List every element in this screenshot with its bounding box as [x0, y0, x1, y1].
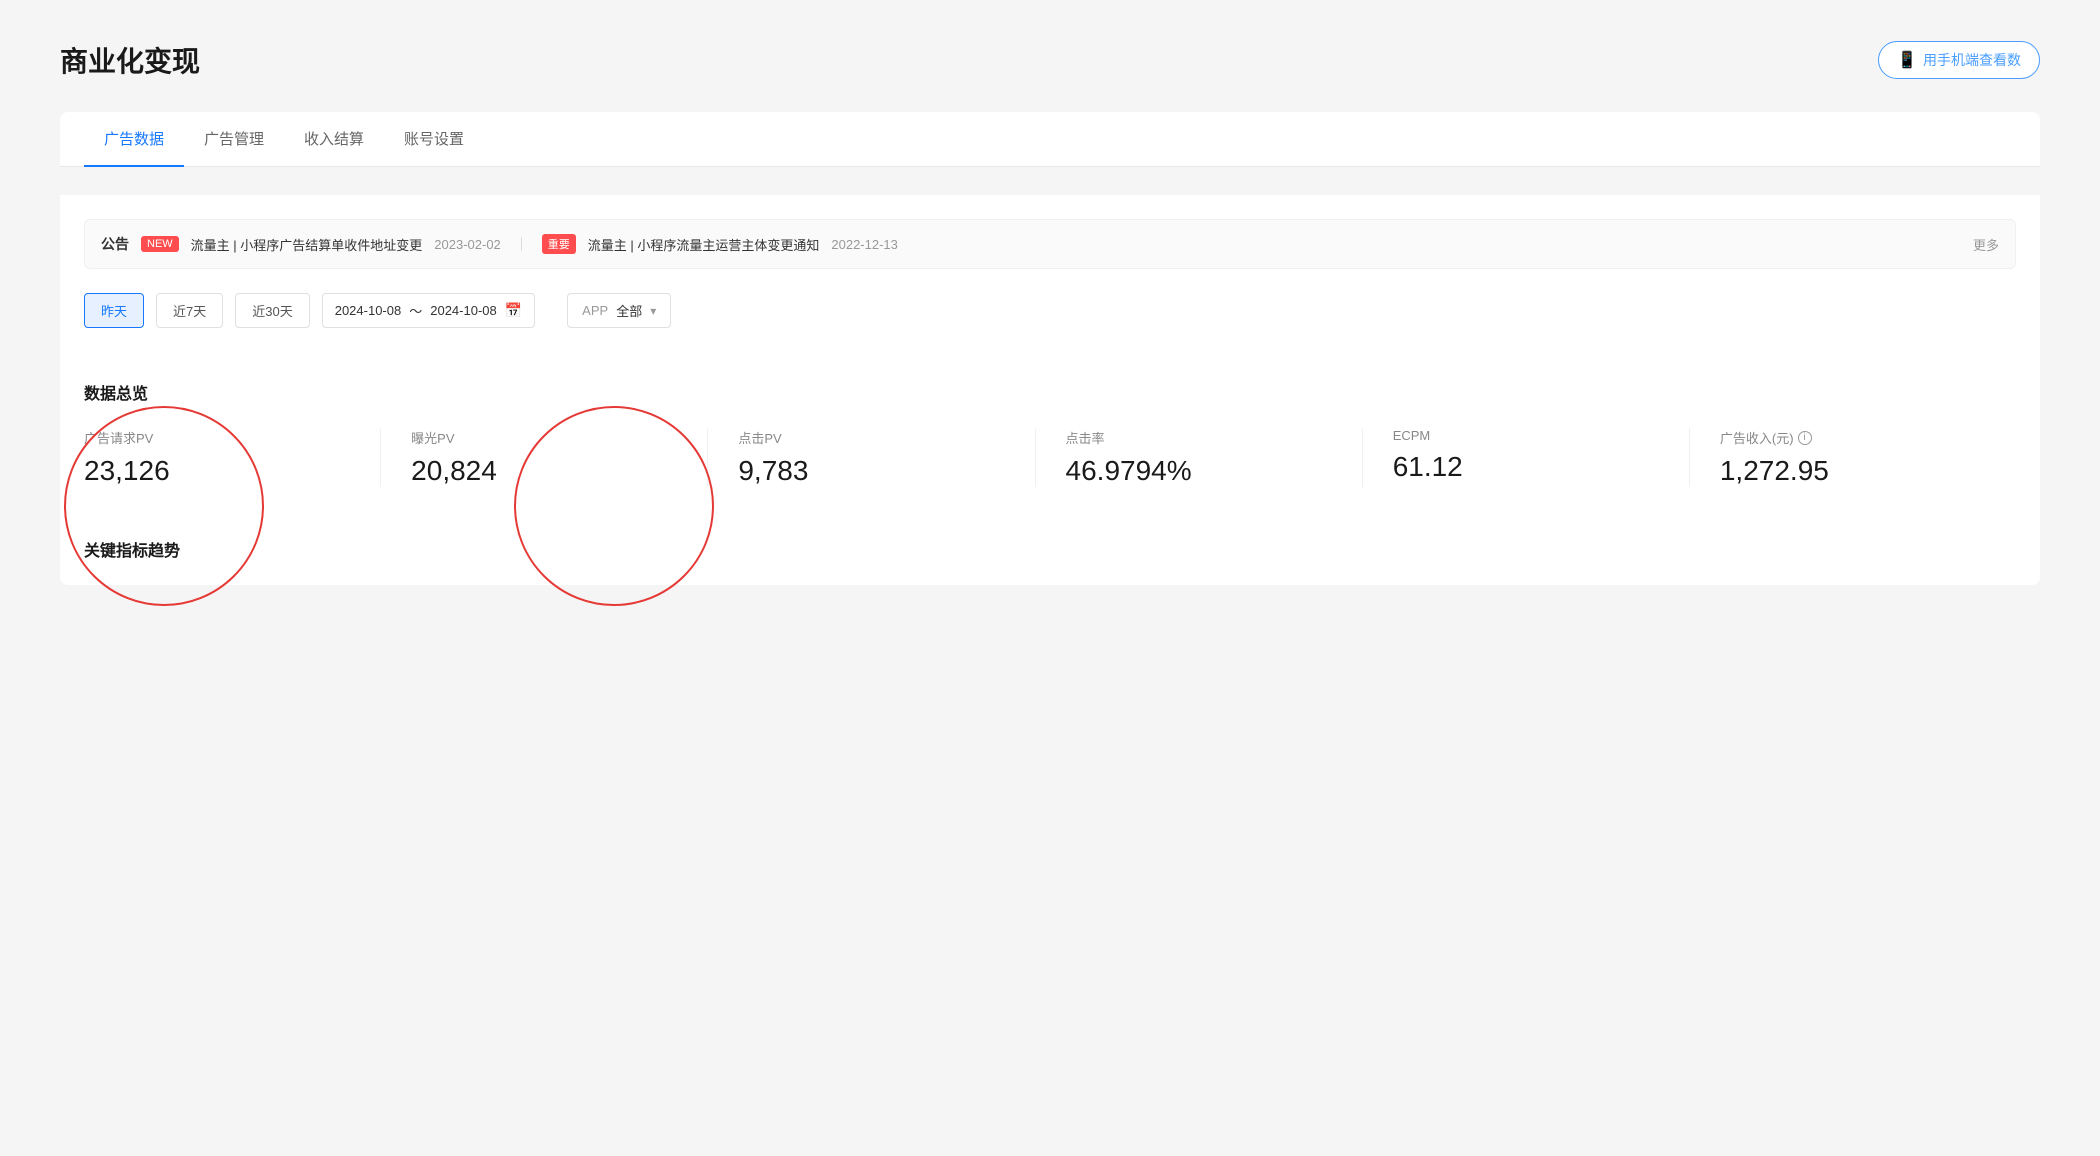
page-title: 商业化变现 — [60, 40, 200, 80]
metric-ad-request-pv: 广告请求PV 23,126 — [84, 428, 381, 487]
date-end: 2024-10-08 — [430, 303, 497, 318]
metric-label-ecpm: ECPM — [1393, 428, 1659, 443]
notice-text-2: 流量主 | 小程序流量主运营主体变更通知 — [588, 235, 820, 254]
metric-label-ad-request-pv: 广告请求PV — [84, 428, 350, 447]
calendar-icon: 📅 — [505, 302, 522, 319]
page-header: 商业化变现 📱 用手机端查看数 — [60, 40, 2040, 80]
tab-ad-manage[interactable]: 广告管理 — [184, 112, 284, 167]
chevron-down-icon: ▾ — [650, 304, 656, 318]
app-filter-value: 全部 — [616, 301, 642, 320]
notice-bar: 公告 NEW 流量主 | 小程序广告结算单收件地址变更 2023-02-02 重… — [84, 219, 2016, 269]
page: 商业化变现 📱 用手机端查看数 广告数据 广告管理 收入结算 账号设置 公告 N… — [0, 0, 2100, 1156]
phone-icon: 📱 — [1897, 50, 1917, 70]
data-overview: 数据总览 广告请求PV 23,126 曝光PV 20,824 点击PV 9,78… — [84, 356, 2016, 527]
mobile-check-label: 用手机端查看数 — [1923, 50, 2021, 70]
app-filter-dropdown[interactable]: APP 全部 ▾ — [567, 293, 671, 328]
date-separator: ～ — [409, 301, 422, 320]
metric-value-click-pv: 9,783 — [738, 455, 1004, 487]
date-range-picker[interactable]: 2024-10-08 ～ 2024-10-08 📅 — [322, 293, 535, 328]
time-btn-yesterday[interactable]: 昨天 — [84, 293, 144, 328]
notice-text-1: 流量主 | 小程序广告结算单收件地址变更 — [191, 235, 423, 254]
metric-exposure-pv: 曝光PV 20,824 — [411, 428, 708, 487]
date-start: 2024-10-08 — [335, 303, 402, 318]
notice-badge-new: NEW — [141, 236, 179, 252]
notice-badge-important: 重要 — [542, 234, 576, 254]
data-overview-title: 数据总览 — [84, 380, 2016, 404]
metric-ecpm: ECPM 61.12 — [1393, 428, 1690, 487]
main-card: 公告 NEW 流量主 | 小程序广告结算单收件地址变更 2023-02-02 重… — [60, 195, 2040, 585]
metric-value-click-rate: 46.9794% — [1066, 455, 1332, 487]
tab-account-settings[interactable]: 账号设置 — [384, 112, 484, 167]
app-filter-label: APP — [582, 303, 608, 318]
metrics-row: 广告请求PV 23,126 曝光PV 20,824 点击PV 9,783 点击率… — [84, 428, 2016, 487]
notice-date-2: 2022-12-13 — [831, 237, 898, 252]
tab-bar: 广告数据 广告管理 收入结算 账号设置 — [60, 112, 2040, 167]
metric-label-ad-revenue: 广告收入(元) i — [1720, 428, 1986, 447]
metric-click-rate: 点击率 46.9794% — [1066, 428, 1363, 487]
time-btn-7days[interactable]: 近7天 — [156, 293, 223, 328]
metric-label-exposure-pv: 曝光PV — [411, 428, 677, 447]
trend-title: 关键指标趋势 — [84, 537, 2016, 561]
notice-divider — [521, 237, 522, 251]
metric-value-exposure-pv: 20,824 — [411, 455, 677, 487]
info-icon-ad-revenue[interactable]: i — [1798, 431, 1812, 445]
tab-income-settle[interactable]: 收入结算 — [284, 112, 384, 167]
notice-more[interactable]: 更多 — [1973, 235, 1999, 254]
notice-date-1: 2023-02-02 — [434, 237, 501, 252]
time-btn-30days[interactable]: 近30天 — [235, 293, 309, 328]
filter-bar: 昨天 近7天 近30天 2024-10-08 ～ 2024-10-08 📅 AP… — [84, 293, 2016, 328]
metric-value-ad-revenue: 1,272.95 — [1720, 455, 1986, 487]
tab-ad-data[interactable]: 广告数据 — [84, 112, 184, 167]
mobile-check-button[interactable]: 📱 用手机端查看数 — [1878, 41, 2040, 79]
metric-label-click-pv: 点击PV — [738, 428, 1004, 447]
notice-label: 公告 — [101, 234, 129, 254]
metric-value-ad-request-pv: 23,126 — [84, 455, 350, 487]
metric-label-click-rate: 点击率 — [1066, 428, 1332, 447]
metric-value-ecpm: 61.12 — [1393, 451, 1659, 483]
metric-ad-revenue: 广告收入(元) i 1,272.95 — [1720, 428, 2016, 487]
metric-click-pv: 点击PV 9,783 — [738, 428, 1035, 487]
